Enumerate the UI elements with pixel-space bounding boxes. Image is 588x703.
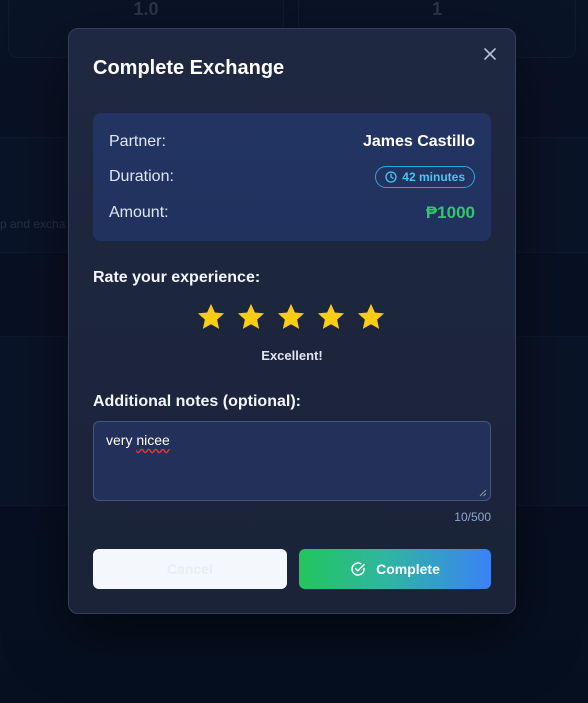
complete-button[interactable]: Complete <box>299 549 491 589</box>
duration-label: Duration: <box>109 168 174 185</box>
complete-button-label: Complete <box>376 561 440 577</box>
clock-icon <box>385 171 397 183</box>
star-rating <box>195 301 387 333</box>
complete-exchange-modal: Complete Exchange Partner: James Castill… <box>68 28 516 614</box>
check-circle-icon <box>351 562 365 576</box>
duration-row: Duration: 42 minutes <box>109 165 475 189</box>
modal-title: Complete Exchange <box>93 57 285 79</box>
star-icon[interactable] <box>275 301 307 333</box>
notes-label: Additional notes (optional): <box>93 393 301 410</box>
cancel-button[interactable]: Cancel <box>93 549 287 589</box>
star-icon[interactable] <box>235 301 267 333</box>
star-icon[interactable] <box>315 301 347 333</box>
duration-badge: 42 minutes <box>375 166 475 188</box>
partner-label: Partner: <box>109 133 166 150</box>
amount-value: ₱1000 <box>425 203 475 222</box>
notes-misspelled-word: nicee <box>136 432 170 448</box>
cancel-button-label: Cancel <box>167 561 213 577</box>
close-icon[interactable] <box>481 45 499 63</box>
duration-value: 42 minutes <box>402 170 465 184</box>
star-icon[interactable] <box>195 301 227 333</box>
partner-row: Partner: James Castillo <box>109 130 475 154</box>
notes-textarea[interactable]: very nicee <box>93 421 491 501</box>
rating-description: Excellent! <box>261 348 323 363</box>
character-count: 10/500 <box>454 510 491 524</box>
resize-grip-icon[interactable] <box>479 489 487 497</box>
exchange-info-card: Partner: James Castillo Duration: 42 min… <box>93 113 491 241</box>
partner-name: James Castillo <box>362 133 475 150</box>
amount-label: Amount: <box>109 204 169 221</box>
amount-row: Amount: ₱1000 <box>109 201 475 225</box>
star-icon[interactable] <box>355 301 387 333</box>
notes-text: very <box>106 432 137 448</box>
rating-label: Rate your experience: <box>93 269 261 286</box>
